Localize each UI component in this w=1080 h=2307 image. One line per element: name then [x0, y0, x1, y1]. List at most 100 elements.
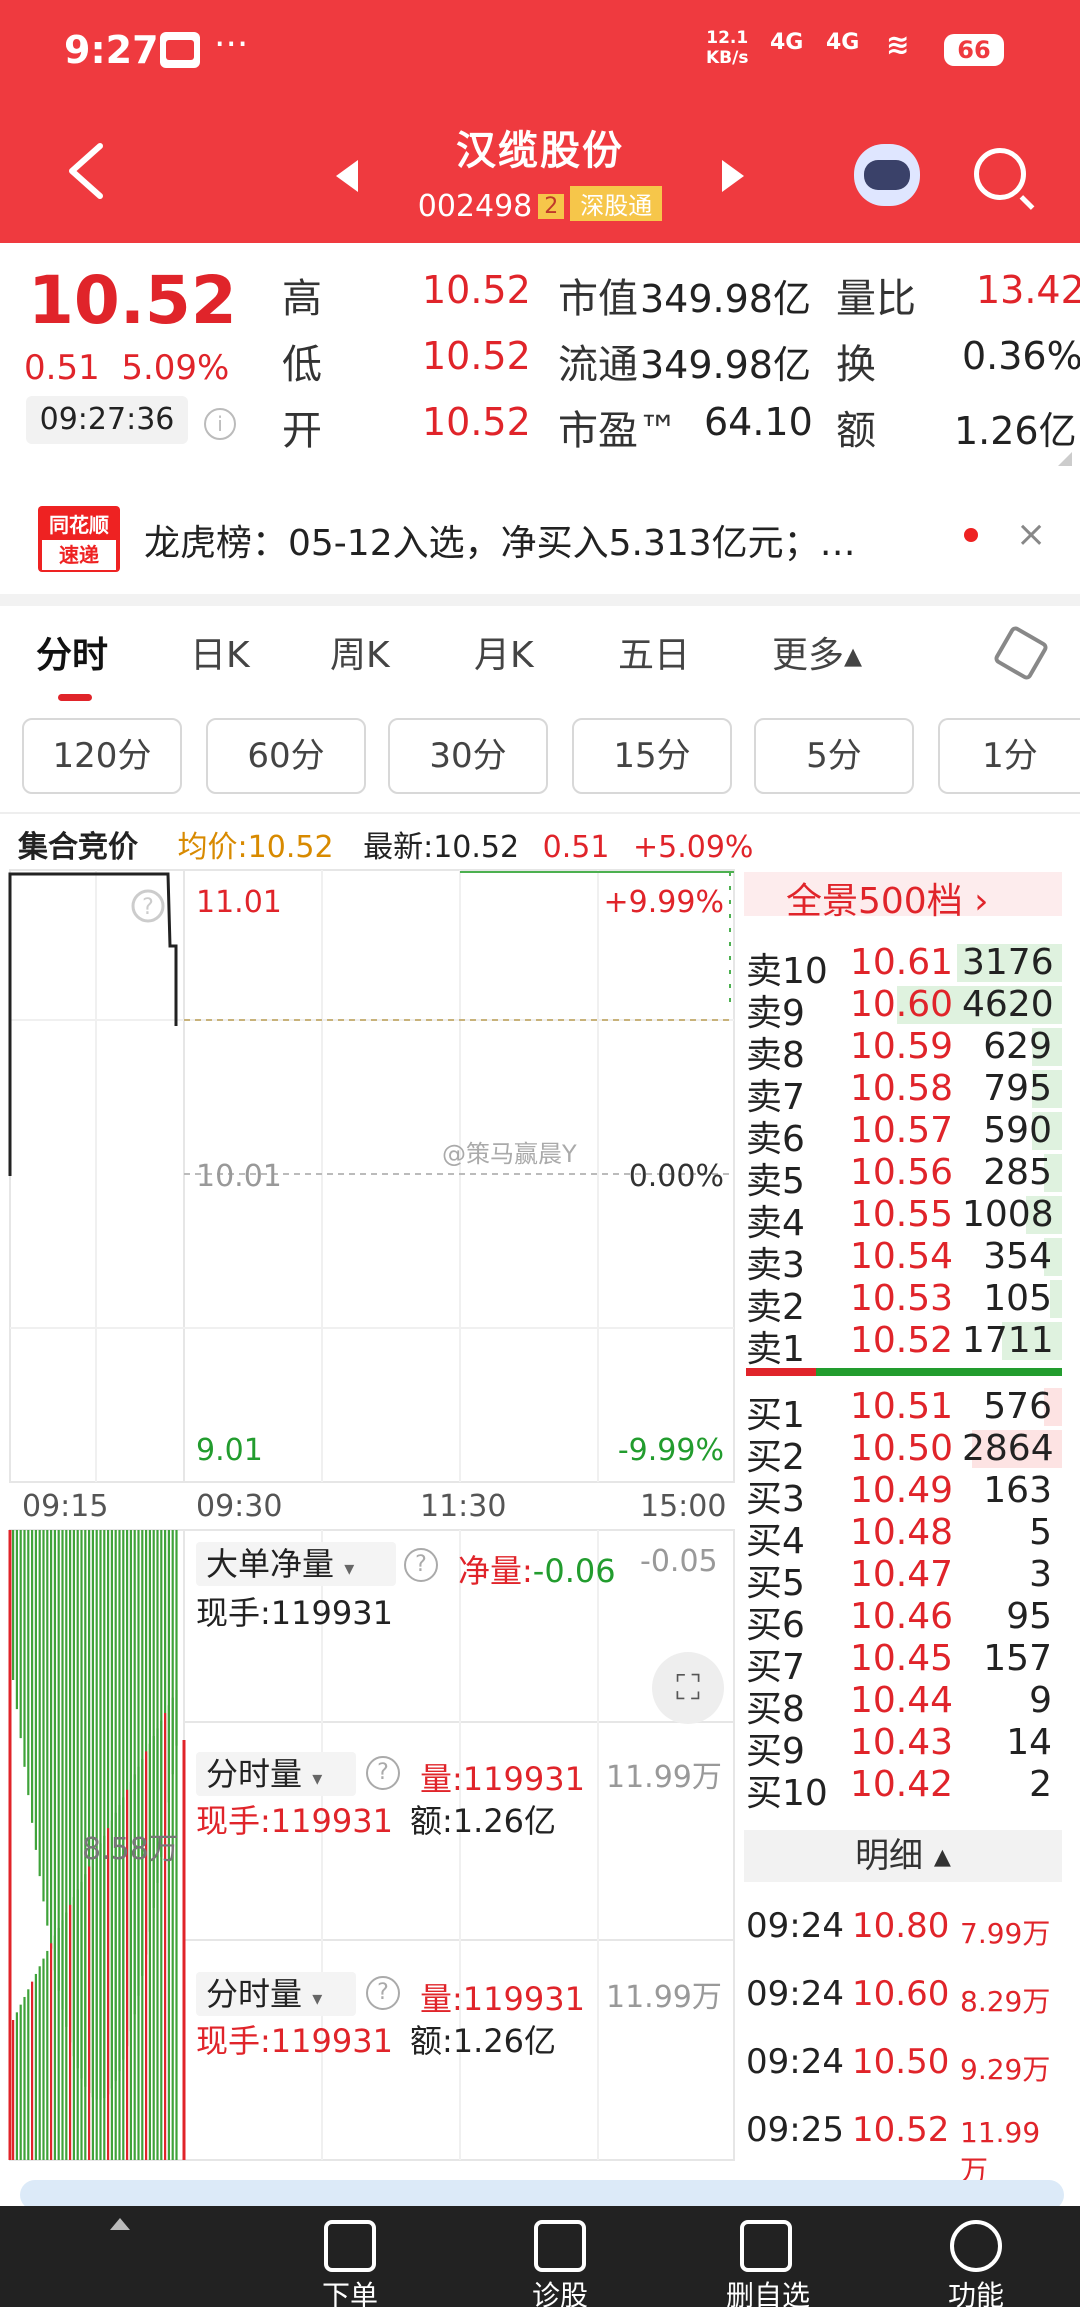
pe-value: 64.10	[704, 400, 813, 444]
big-order-help-icon[interactable]: ?	[404, 1548, 438, 1582]
auction-volume-bar	[57, 1927, 60, 2160]
nav-remove-watch[interactable]: 删自选	[726, 2220, 810, 2307]
panorama-500-link[interactable]: 全景500档 ›	[786, 872, 989, 924]
nav-functions[interactable]: 功能	[936, 2220, 1016, 2307]
volume-ratio-value: 13.42	[976, 268, 1080, 312]
info-icon[interactable]: i	[204, 408, 236, 440]
ask-volume: 590	[983, 1110, 1052, 1151]
green-volume-bar	[27, 1530, 30, 1796]
bid-volume: 5	[1029, 1512, 1052, 1553]
green-volume-bar	[12, 1530, 15, 1680]
chart-settings-icon[interactable]	[992, 624, 1050, 682]
ask-row[interactable]: 卖6 10.57 590	[746, 1110, 1066, 1160]
net-speed: 12.1 KB/s	[706, 28, 749, 68]
next-stock-icon[interactable]	[722, 160, 744, 192]
auction-volume-bar	[156, 1728, 159, 2160]
period-1[interactable]: 1分	[938, 718, 1080, 794]
app-notification-icon	[160, 32, 200, 68]
bid-row[interactable]: 买6 10.46 95	[746, 1596, 1066, 1646]
high-label: 高	[282, 276, 322, 322]
bid-price: 10.48	[850, 1512, 954, 1553]
turnover-label: 换	[836, 342, 876, 388]
divider	[0, 812, 1080, 814]
nav-order[interactable]: 下单	[310, 2220, 390, 2307]
pe-label: 市盈™	[558, 408, 678, 454]
period-15[interactable]: 15分	[572, 718, 732, 794]
pct-label-mid: 0.00%	[629, 1159, 724, 1194]
auction-volume-bar	[175, 1690, 178, 2160]
ask-bid-split-green	[816, 1368, 1062, 1376]
bid-row[interactable]: 买10 10.42 2	[746, 1764, 1066, 1814]
ask-row[interactable]: 卖2 10.53 105	[746, 1278, 1066, 1328]
ask-row[interactable]: 卖7 10.58 795	[746, 1068, 1066, 1118]
trade-time: 09:24	[746, 2042, 844, 2082]
volume2-selector[interactable]: 分时量 ▾	[196, 1972, 356, 2016]
ask-row[interactable]: 卖3 10.54 354	[746, 1236, 1066, 1286]
auction-volume-bar	[141, 1759, 144, 2160]
ai-assistant-icon[interactable]	[854, 144, 920, 206]
bid-row[interactable]: 买9 10.43 14	[746, 1722, 1066, 1772]
fullscreen-icon[interactable]: ⛶	[652, 1652, 724, 1724]
bid-row[interactable]: 买2 10.50 2864	[746, 1428, 1066, 1478]
volume1-scale: 11.99万	[606, 1760, 722, 1795]
ask-row[interactable]: 卖5 10.56 285	[746, 1152, 1066, 1202]
detail-toggle[interactable]: 明细 ▴	[744, 1830, 1062, 1882]
bid-price: 10.45	[850, 1638, 954, 1679]
menu-circle-icon	[950, 2220, 1002, 2272]
current-price: 10.52	[28, 262, 237, 339]
auction-volume-bar	[107, 1828, 110, 2160]
volume1-help-icon[interactable]: ?	[366, 1756, 400, 1790]
stock-code: 002498	[417, 189, 533, 224]
ask-row[interactable]: 卖1 10.52 1711	[746, 1320, 1066, 1370]
svg-text:?: ?	[142, 895, 154, 920]
bid-price: 10.49	[850, 1470, 954, 1511]
ask-row[interactable]: 卖10 10.61 3176	[746, 942, 1066, 992]
news-ticker[interactable]: 龙虎榜：05-12入选，净买入5.313亿元；…	[144, 514, 856, 566]
period-5[interactable]: 5分	[754, 718, 914, 794]
period-120[interactable]: 120分	[22, 718, 182, 794]
ask-volume: 354	[983, 1236, 1052, 1277]
green-volume-bar	[57, 1530, 60, 1991]
quote-time: 09:27:36	[26, 396, 188, 444]
bid-row[interactable]: 买8 10.44 9	[746, 1680, 1066, 1730]
price-change: 0.51 5.09%	[24, 348, 230, 388]
bid-row[interactable]: 买3 10.49 163	[746, 1470, 1066, 1520]
wifi-icon: ≋	[886, 28, 910, 61]
period-60[interactable]: 60分	[206, 718, 366, 794]
volume2-help-icon[interactable]: ?	[366, 1976, 400, 2010]
search-icon[interactable]	[974, 148, 1026, 200]
tab-five-day[interactable]: 五日	[618, 626, 690, 678]
auction-volume-bar	[12, 2020, 15, 2160]
green-volume-bar	[38, 1530, 41, 1877]
close-icon[interactable]: ×	[1016, 514, 1046, 555]
volume1-selector[interactable]: 分时量 ▾	[196, 1752, 356, 1796]
bid-row[interactable]: 买4 10.48 5	[746, 1512, 1066, 1562]
expand-corner-icon[interactable]	[1058, 452, 1072, 466]
ask-price: 10.61	[850, 942, 954, 983]
tab-monthly-k[interactable]: 月K	[474, 626, 534, 678]
bid-row[interactable]: 买7 10.45 157	[746, 1638, 1066, 1688]
period-30[interactable]: 30分	[388, 718, 548, 794]
green-volume-bar	[34, 1530, 37, 1850]
ask-row[interactable]: 卖9 10.60 4620	[746, 984, 1066, 1034]
bid-volume: 14	[1006, 1722, 1052, 1763]
bid-row[interactable]: 买1 10.51 576	[746, 1386, 1066, 1436]
auction-volume-bar	[91, 1858, 94, 2160]
tab-weekly-k[interactable]: 周K	[330, 626, 390, 678]
ask-row[interactable]: 卖8 10.59 629	[746, 1026, 1066, 1076]
volume-ratio-label: 量比	[836, 276, 916, 322]
auction-volume-bar	[164, 1713, 167, 2160]
divider	[0, 594, 1080, 606]
bid-row[interactable]: 买5 10.47 3	[746, 1554, 1066, 1604]
nav-diagnose[interactable]: 诊股	[520, 2220, 600, 2307]
float-label: 流通	[558, 342, 638, 388]
auction-volume-bar	[95, 1851, 98, 2160]
nav-expand-icon[interactable]	[110, 2218, 130, 2230]
tab-intraday[interactable]: 分时	[36, 626, 108, 678]
trade-volume: 8.29万	[960, 1985, 1051, 2018]
ask-price: 10.52	[850, 1320, 954, 1361]
tab-daily-k[interactable]: 日K	[190, 626, 250, 678]
ask-row[interactable]: 卖4 10.55 1008	[746, 1194, 1066, 1244]
big-order-selector[interactable]: 大单净量 ▾	[196, 1542, 396, 1586]
tab-more[interactable]: 更多▴	[772, 626, 862, 678]
